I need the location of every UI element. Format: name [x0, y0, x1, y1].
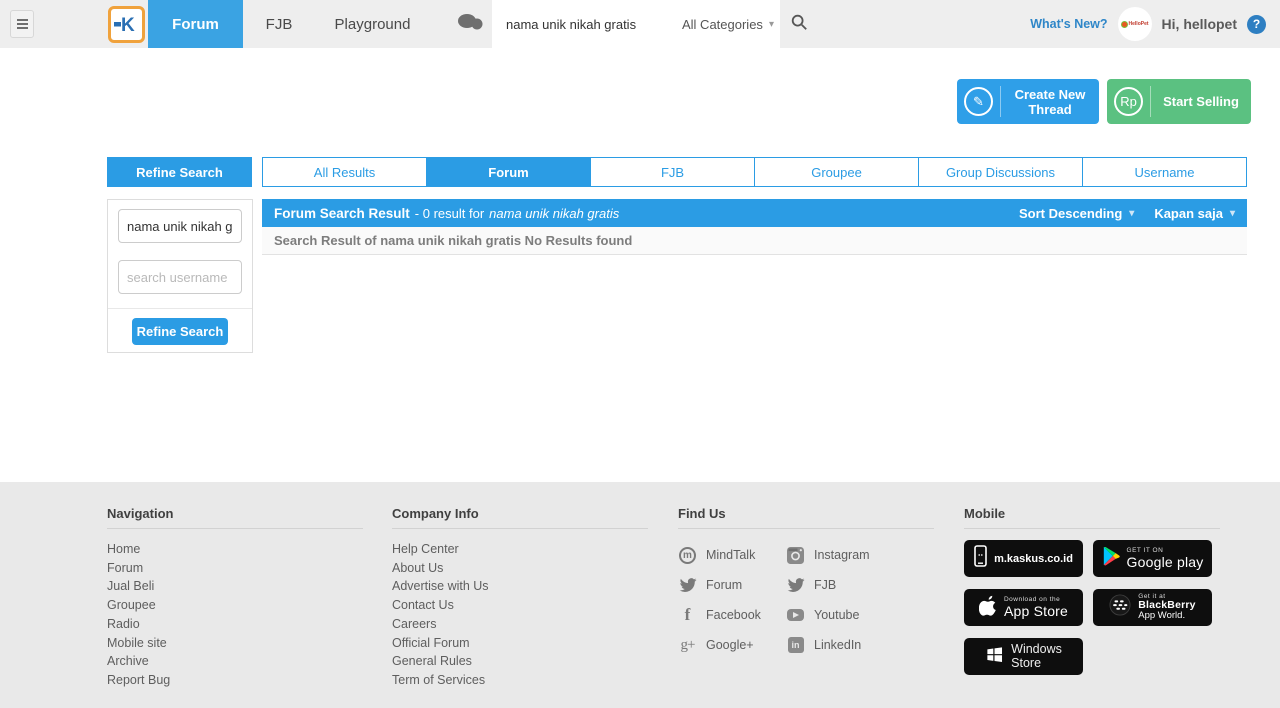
top-header: K Forum FJB Playground All Categories ▾ … [0, 0, 1280, 48]
youtube-icon [786, 606, 805, 625]
page-footer: Navigation Home Forum Jual Beli Groupee … [0, 482, 1280, 708]
pencil-icon: ✎ [964, 87, 993, 116]
create-thread-button[interactable]: ✎ Create New Thread [957, 79, 1099, 124]
social-googleplus[interactable]: g+ Google+ [678, 630, 786, 660]
nav-tab-playground[interactable]: Playground [315, 0, 430, 48]
google-play-badge[interactable]: GET IT ON Google play [1093, 540, 1212, 577]
refine-search-toggle[interactable]: Refine Search [107, 157, 252, 187]
footer-link-mobile-site[interactable]: Mobile site [107, 634, 363, 653]
mindtalk-icon: m [678, 546, 697, 565]
footer-heading: Find Us [678, 506, 934, 529]
result-title: Forum Search Result [274, 205, 410, 221]
googleplus-icon: g+ [680, 636, 696, 653]
tab-username[interactable]: Username [1082, 157, 1247, 187]
twitter-icon [678, 576, 697, 595]
footer-link-help-center[interactable]: Help Center [392, 540, 648, 559]
footer-link-official-forum[interactable]: Official Forum [392, 634, 648, 653]
instagram-icon [786, 546, 805, 565]
whats-new-link[interactable]: What's New? [1030, 17, 1107, 31]
footer-link-archive[interactable]: Archive [107, 652, 363, 671]
footer-link-terms[interactable]: Term of Services [392, 671, 648, 690]
search-input[interactable] [492, 16, 682, 32]
phone-icon [974, 545, 987, 572]
apple-icon [978, 595, 997, 621]
footer-find-us: Find Us m MindTalk Instagram Forum FJB f… [678, 506, 934, 660]
footer-link-jual-beli[interactable]: Jual Beli [107, 577, 363, 596]
google-play-icon [1102, 546, 1120, 571]
footer-link-radio[interactable]: Radio [107, 615, 363, 634]
footer-link-home[interactable]: Home [107, 540, 363, 559]
tab-group-discussions[interactable]: Group Discussions [918, 157, 1083, 187]
result-header-bar: Forum Search Result - 0 result for nama … [262, 199, 1247, 227]
start-selling-button[interactable]: Rp Start Selling [1107, 79, 1251, 124]
social-youtube[interactable]: Youtube [786, 600, 934, 630]
footer-link-general-rules[interactable]: General Rules [392, 652, 648, 671]
footer-link-about-us[interactable]: About Us [392, 559, 648, 578]
refine-keyword-input[interactable] [118, 209, 242, 243]
footer-link-advertise[interactable]: Advertise with Us [392, 577, 648, 596]
twitter-icon [786, 576, 805, 595]
facebook-icon: f [684, 605, 691, 624]
period-dropdown[interactable]: Kapan saja ▾ [1154, 206, 1235, 221]
mobile-site-badge[interactable]: m.kaskus.co.id [964, 540, 1083, 577]
windows-icon [985, 645, 1004, 669]
social-linkedin[interactable]: in LinkedIn [786, 630, 934, 660]
sort-dropdown[interactable]: Sort Descending ▾ [1019, 206, 1134, 221]
footer-link-contact-us[interactable]: Contact Us [392, 596, 648, 615]
tab-forum[interactable]: Forum [426, 157, 591, 187]
refine-username-input[interactable] [118, 260, 242, 294]
menu-button[interactable] [10, 10, 34, 38]
nav-tab-fjb[interactable]: FJB [243, 0, 315, 48]
search-icon[interactable] [790, 13, 808, 36]
footer-heading: Company Info [392, 506, 648, 529]
footer-heading: Mobile [964, 506, 1220, 529]
tab-groupee[interactable]: Groupee [754, 157, 919, 187]
refine-search-submit[interactable]: Refine Search [132, 318, 228, 345]
footer-link-forum[interactable]: Forum [107, 559, 363, 578]
social-twitter-forum[interactable]: Forum [678, 570, 786, 600]
chevron-down-icon: ▾ [1229, 207, 1235, 219]
avatar[interactable]: HelloPet [1117, 7, 1152, 41]
action-buttons: ✎ Create New Thread Rp Start Selling [957, 79, 1251, 124]
kaskus-k-icon: K [113, 15, 135, 36]
footer-link-report-bug[interactable]: Report Bug [107, 671, 363, 690]
svg-text:K: K [121, 15, 135, 36]
category-dropdown[interactable]: All Categories ▾ [682, 17, 774, 32]
blackberry-badge[interactable]: Get it at BlackBerry App World. [1093, 589, 1212, 626]
nav-tab-forum[interactable]: Forum [148, 0, 243, 48]
help-icon[interactable]: ? [1247, 14, 1266, 34]
rupiah-icon: Rp [1114, 87, 1143, 116]
windows-store-badge[interactable]: Windows Store [964, 638, 1083, 675]
chevron-down-icon: ▾ [1129, 207, 1135, 219]
footer-company-info: Company Info Help Center About Us Advert… [392, 506, 648, 690]
result-count: - 0 result for [414, 205, 485, 221]
footer-link-groupee[interactable]: Groupee [107, 596, 363, 615]
footer-mobile: Mobile m.kaskus.co.id GET IT ON Google pl… [964, 506, 1220, 675]
kaskus-logo[interactable]: K [108, 5, 145, 43]
no-results-message: Search Result of nama unik nikah gratis … [262, 227, 1247, 255]
tab-all-results[interactable]: All Results [262, 157, 427, 187]
social-instagram[interactable]: Instagram [786, 540, 934, 570]
footer-link-careers[interactable]: Careers [392, 615, 648, 634]
social-twitter-fjb[interactable]: FJB [786, 570, 934, 600]
header-user-area: What's New? HelloPet Hi, hellopet ? [1030, 7, 1266, 41]
chevron-down-icon: ▾ [768, 18, 774, 30]
blackberry-icon [1109, 594, 1131, 621]
linkedin-icon: in [786, 636, 805, 655]
divider [108, 308, 252, 309]
social-facebook[interactable]: f Facebook [678, 600, 786, 630]
result-tabs: All Results Forum FJB Groupee Group Disc… [262, 157, 1247, 187]
app-store-badge[interactable]: Download on the App Store [964, 589, 1083, 626]
social-mindtalk[interactable]: m MindTalk [678, 540, 786, 570]
user-greeting: Hi, hellopet [1161, 16, 1237, 32]
footer-navigation: Navigation Home Forum Jual Beli Groupee … [107, 506, 363, 690]
footer-heading: Navigation [107, 506, 363, 529]
search-bar: All Categories ▾ [492, 0, 807, 48]
refine-search-panel: Refine Search [107, 199, 253, 353]
tab-fjb[interactable]: FJB [590, 157, 755, 187]
chat-bubble-icon [456, 12, 484, 37]
result-query: nama unik nikah gratis [489, 205, 620, 221]
